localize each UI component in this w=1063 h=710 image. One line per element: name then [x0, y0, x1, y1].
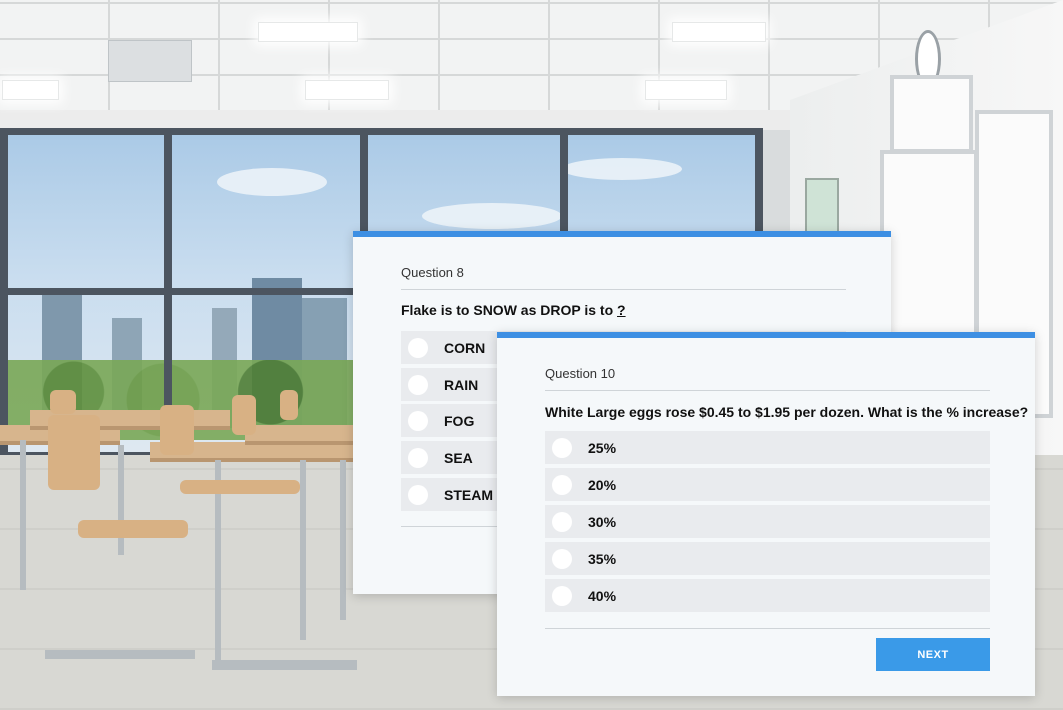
chair — [180, 480, 300, 494]
radio-button[interactable] — [408, 447, 428, 468]
radio-button[interactable] — [408, 484, 428, 505]
radio-button[interactable] — [408, 337, 428, 358]
radio-button[interactable] — [552, 548, 572, 569]
question-number: Question 10 — [545, 366, 616, 381]
chair — [280, 390, 298, 420]
answer-option-25[interactable]: 25% — [545, 431, 990, 464]
option-label: RAIN — [444, 376, 479, 393]
option-label: 35% — [588, 550, 617, 567]
desk-leg — [300, 460, 306, 640]
desk — [245, 425, 355, 445]
question-blank: ? — [617, 302, 626, 318]
radio-button[interactable] — [408, 374, 428, 395]
option-label: SEA — [444, 449, 473, 466]
ceiling-light — [258, 22, 358, 42]
chair — [160, 405, 194, 455]
answer-option-40[interactable]: 40% — [545, 579, 990, 612]
radio-button[interactable] — [552, 474, 572, 495]
chair — [78, 520, 188, 538]
ceiling-light — [305, 80, 389, 100]
radio-button[interactable] — [552, 511, 572, 532]
option-label: 25% — [588, 439, 617, 456]
desk-leg — [20, 440, 26, 590]
desk-leg — [118, 445, 124, 555]
divider — [545, 390, 990, 391]
desk-leg — [340, 460, 346, 620]
question-text: White Large eggs rose $0.45 to $1.95 per… — [545, 404, 1029, 420]
chair-base — [212, 660, 357, 670]
chair — [48, 415, 100, 490]
next-button[interactable]: NEXT — [876, 638, 990, 671]
option-label: 40% — [588, 587, 617, 604]
question-number: Question 8 — [401, 265, 464, 280]
option-label: STEAM — [444, 486, 493, 503]
ceiling-light — [672, 22, 766, 42]
option-label: 20% — [588, 476, 617, 493]
wall-poster — [805, 178, 839, 237]
radio-button[interactable] — [552, 437, 572, 458]
option-label: 30% — [588, 513, 617, 530]
ceiling-light — [645, 80, 727, 100]
question-text-prefix: Flake is to SNOW as DROP is to — [401, 302, 618, 318]
chair — [232, 395, 256, 435]
divider — [545, 628, 990, 629]
chair — [50, 390, 76, 414]
radio-button[interactable] — [408, 410, 428, 431]
divider — [401, 289, 846, 290]
answer-option-35[interactable]: 35% — [545, 542, 990, 575]
answer-option-30[interactable]: 30% — [545, 505, 990, 538]
window-frame — [2, 128, 760, 135]
wall-board — [890, 75, 973, 153]
quiz-card-question-10: Question 10 White Large eggs rose $0.45 … — [497, 332, 1035, 696]
answer-option-20[interactable]: 20% — [545, 468, 990, 501]
ceiling-light — [2, 80, 59, 100]
option-label: CORN — [444, 339, 486, 356]
question-text: Flake is to SNOW as DROP is to ? — [401, 302, 626, 318]
chair-base — [45, 650, 195, 659]
radio-button[interactable] — [552, 585, 572, 606]
projector — [108, 40, 192, 82]
option-label: FOG — [444, 412, 475, 429]
